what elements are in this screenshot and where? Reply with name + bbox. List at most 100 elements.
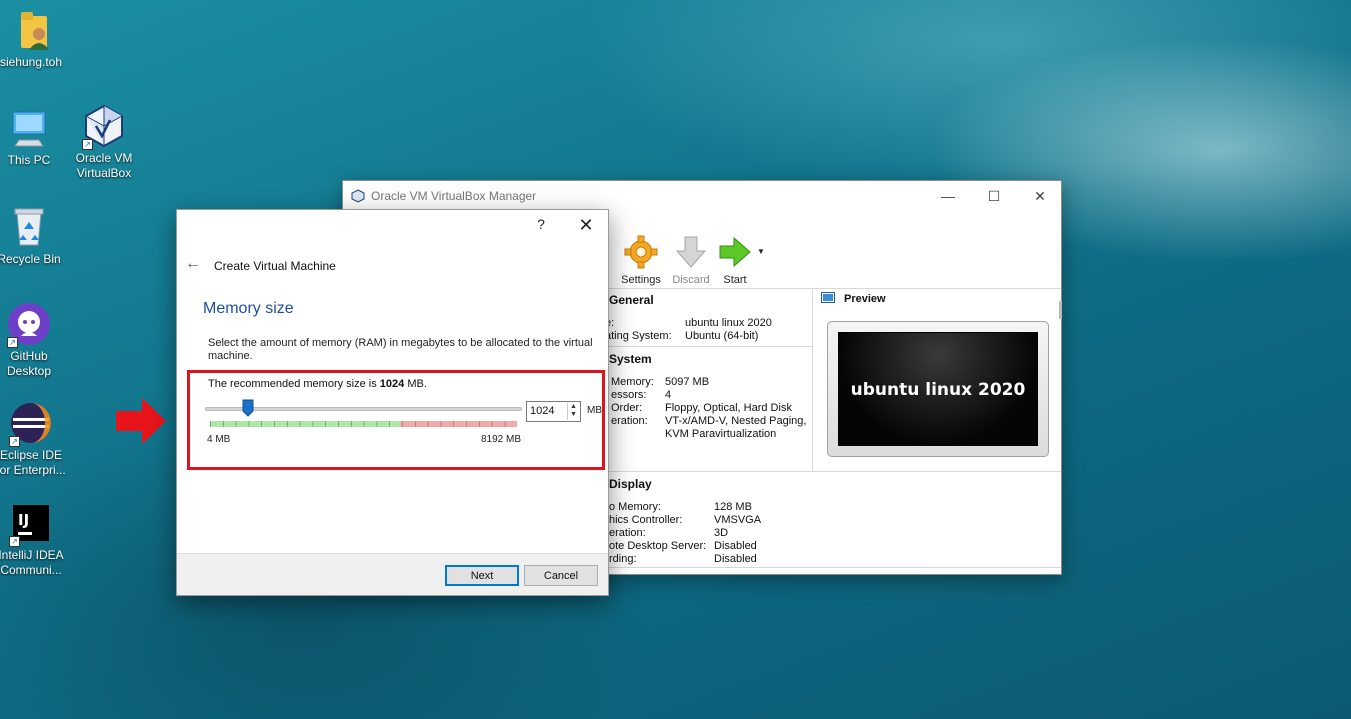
dialog-footer: Next Cancel (177, 553, 608, 595)
monitor-icon (821, 292, 835, 303)
memory-spinbox[interactable]: ▲ ▼ (526, 401, 581, 422)
detail-value: 3D (714, 527, 729, 539)
detail-value: 128 MB (714, 501, 752, 513)
memory-unit-label: MB (587, 405, 602, 416)
help-button[interactable]: ? (531, 216, 551, 232)
page-description: Select the amount of memory (RAM) in meg… (208, 337, 593, 362)
maximize-icon[interactable]: ☐ (971, 181, 1017, 211)
cancel-button[interactable]: Cancel (524, 565, 598, 586)
detail-value: VT-x/AMD-V, Nested Paging, (665, 415, 807, 427)
start-arrow-icon (719, 236, 751, 268)
detail-key: ating System: (605, 330, 672, 342)
recommended-suffix: MB. (404, 378, 427, 390)
next-button[interactable]: Next (445, 565, 519, 586)
title-bar[interactable]: Oracle VM VirtualBox Manager — ☐ ✕ (343, 181, 1061, 211)
detail-key: o Memory: (609, 501, 661, 513)
computer-icon (7, 106, 51, 150)
close-icon[interactable]: ✕ (1017, 181, 1063, 211)
discard-label: Discard (672, 274, 710, 286)
detail-value: ubuntu linux 2020 (685, 317, 772, 329)
preview-screen: ubuntu linux 2020 (838, 332, 1038, 446)
detail-value: Disabled (714, 553, 757, 565)
detail-value: KVM Paravirtualization (665, 428, 777, 440)
recycle-bin-icon (7, 205, 51, 249)
recommended-memory-text: The recommended memory size is 1024 MB. (208, 378, 427, 390)
window-title: Oracle VM VirtualBox Manager (371, 189, 537, 203)
recommended-prefix: The recommended memory size is (208, 378, 380, 390)
virtualbox-icon: ↗ (82, 104, 126, 150)
detail-key: eration: (611, 415, 648, 427)
discard-arrow-icon (675, 236, 707, 268)
spin-up-icon[interactable]: ▲ (568, 403, 579, 411)
desktop-icon-eclipse[interactable]: ↗ Eclipse IDE for Enterpri... (0, 401, 71, 478)
scrollbar[interactable] (1059, 301, 1062, 319)
detail-value: 4 (665, 389, 672, 401)
preview-frame: ubuntu linux 2020 (827, 321, 1049, 457)
dialog-title: Create Virtual Machine (214, 259, 336, 273)
slider-ticks (210, 421, 517, 427)
virtualbox-icon (351, 189, 365, 203)
detail-value: Ubuntu (64-bit) (685, 330, 759, 342)
desktop-icon-github-desktop[interactable]: ↗ GitHub Desktop (0, 302, 69, 379)
desktop-icon-label: IntelliJ IDEA Communi... (0, 548, 64, 577)
shortcut-arrow-icon: ↗ (7, 337, 18, 348)
detail-key: eration: (609, 527, 646, 539)
github-desktop-icon: ↗ (7, 302, 51, 348)
red-arrow-icon (116, 398, 166, 444)
detail-value: Disabled (714, 540, 757, 552)
start-label: Start (723, 274, 747, 286)
create-vm-dialog: ? ✕ ← Create Virtual Machine Memory size… (176, 209, 609, 596)
detail-value: Floppy, Optical, Hard Disk (665, 402, 792, 414)
page-heading: Memory size (203, 300, 294, 317)
desktop-icon-label: This PC (7, 153, 51, 167)
intellij-icon: IJ ↗ (9, 501, 53, 547)
desktop-icon-label: Recycle Bin (0, 252, 61, 266)
divider (609, 567, 1061, 568)
discard-button[interactable]: Discard (667, 235, 715, 286)
slider-min-label: 4 MB (207, 434, 231, 445)
shortcut-arrow-icon: ↗ (82, 139, 93, 150)
detail-key: essors: (611, 389, 647, 401)
detail-key: hics Controller: (609, 514, 683, 526)
desktop-icon-intellij[interactable]: IJ ↗ IntelliJ IDEA Communi... (0, 501, 71, 578)
desktop-icon-user-folder[interactable]: siehung.toh (0, 8, 71, 70)
desktop-icon-label: GitHub Desktop (6, 349, 52, 378)
general-heading: General (609, 293, 654, 307)
memory-slider[interactable] (205, 399, 522, 441)
memory-size-highlight: The recommended memory size is 1024 MB. … (187, 370, 605, 470)
system-heading: System (609, 352, 652, 366)
desktop-icon-recycle-bin[interactable]: Recycle Bin (0, 205, 69, 267)
desktop-icon-label: Oracle VM VirtualBox (75, 151, 133, 180)
svg-text:IJ: IJ (18, 511, 29, 529)
preview-vm-name: ubuntu linux 2020 (850, 380, 1026, 400)
slider-handle[interactable] (242, 399, 254, 417)
minimize-icon[interactable]: — (925, 181, 971, 211)
divider (609, 346, 812, 347)
display-heading: Display (609, 477, 652, 491)
spin-down-icon[interactable]: ▼ (568, 411, 579, 419)
spin-arrows[interactable]: ▲ ▼ (567, 403, 579, 420)
detail-key: Memory: (611, 376, 654, 388)
detail-key: ote Desktop Server: (609, 540, 707, 552)
detail-key: rding: (609, 553, 637, 565)
recommended-value: 1024 (379, 378, 405, 390)
slider-max-label: 8192 MB (481, 434, 522, 445)
close-icon[interactable]: ✕ (575, 214, 597, 236)
memory-value-input[interactable] (530, 405, 564, 417)
settings-button[interactable]: Settings (617, 235, 665, 286)
eclipse-icon: ↗ (9, 401, 53, 447)
start-dropdown-icon[interactable]: ▼ (757, 247, 765, 256)
shortcut-arrow-icon: ↗ (9, 536, 20, 547)
gear-icon (624, 235, 658, 269)
desktop-icon-virtualbox[interactable]: ↗ Oracle VM VirtualBox (64, 104, 144, 181)
back-arrow-icon[interactable]: ← (185, 255, 201, 273)
settings-label: Settings (621, 274, 661, 286)
detail-value: VMSVGA (714, 514, 762, 526)
desktop-icon-label: Eclipse IDE for Enterpri... (0, 448, 66, 477)
user-folder-icon (9, 8, 53, 52)
desktop-icon-label: siehung.toh (0, 55, 63, 69)
divider (812, 289, 813, 471)
start-button[interactable]: Start (711, 235, 759, 286)
detail-key: Order: (611, 402, 643, 414)
desktop-icon-this-pc[interactable]: This PC (0, 106, 69, 168)
